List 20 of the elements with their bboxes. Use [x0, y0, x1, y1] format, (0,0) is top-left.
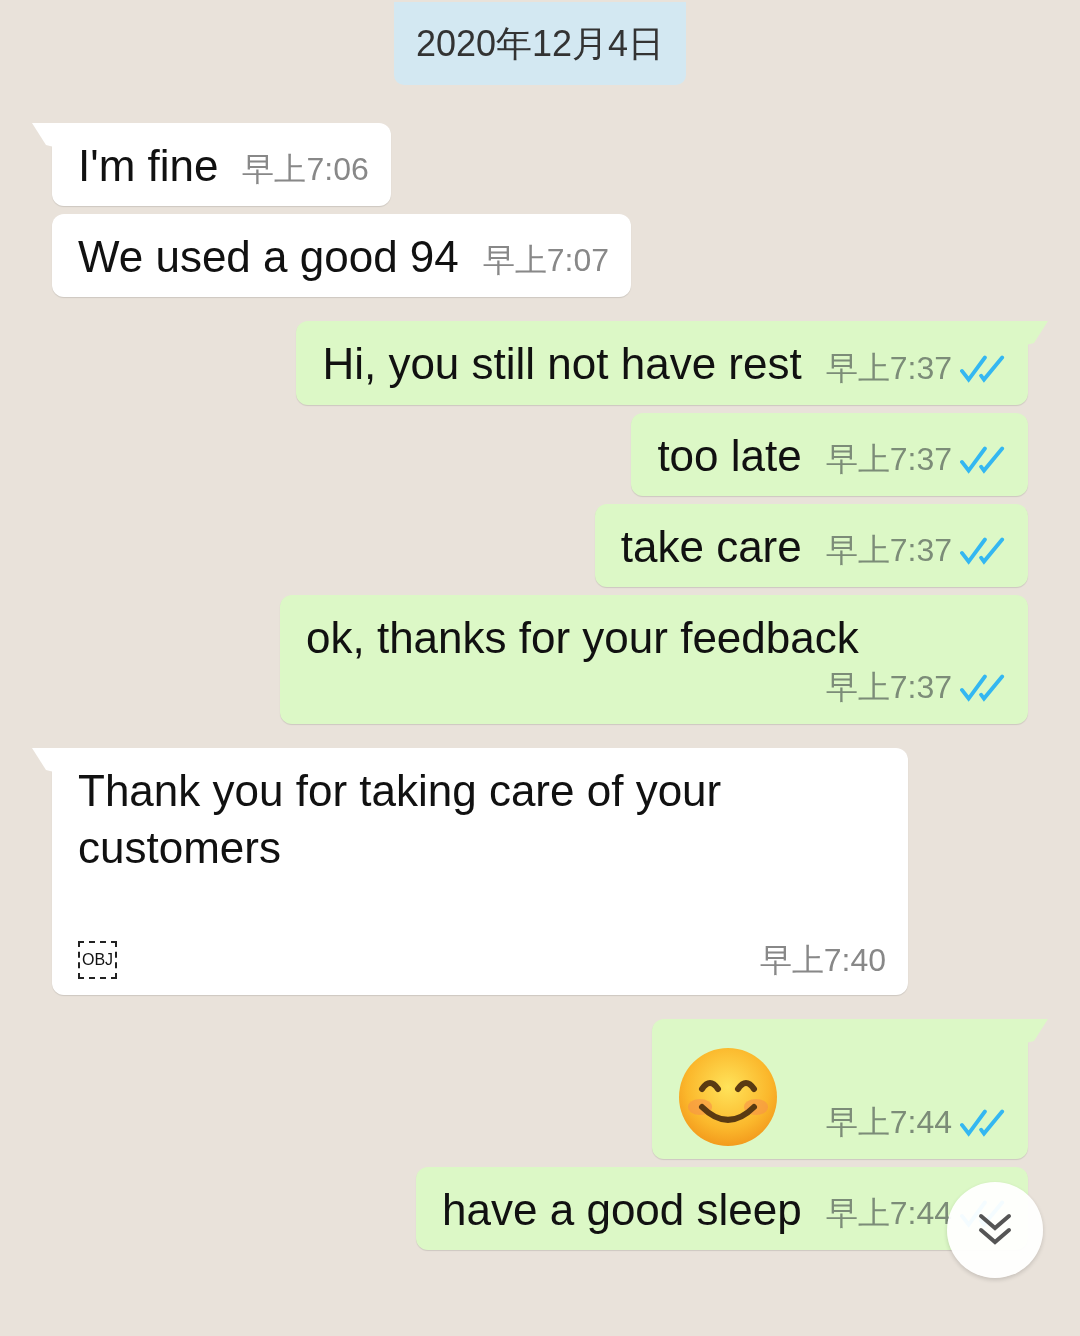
message-text: Thank you for taking care of your customers [78, 765, 723, 875]
message-time: 早上7:37 [825, 530, 952, 570]
smiling-face-icon [678, 1046, 778, 1147]
message-text: I'm fine [78, 140, 219, 192]
message-time: 早上7:40 [759, 940, 886, 980]
date-chip: 2020年12月4日 [393, 2, 687, 85]
message-time: 早上7:44 [825, 1102, 952, 1142]
message-text: ok, thanks for your feedback [306, 611, 860, 664]
message-time: 早上7:37 [825, 668, 952, 708]
message-time: 早上7:37 [825, 439, 952, 479]
message-text: too late [657, 429, 802, 482]
message-time: 早上7:06 [242, 150, 369, 190]
message-text: We used a good 94 [78, 231, 459, 284]
message-time: 早上7:44 [825, 1193, 952, 1233]
message-time: 早上7:37 [825, 348, 952, 388]
message-text: have a good sleep [442, 1183, 802, 1236]
message-time: 早上7:07 [482, 241, 610, 281]
object-placeholder-frame: OBJ [78, 940, 118, 979]
message-text: Hi, you still not have rest [322, 338, 802, 391]
message-text: take care [620, 520, 802, 573]
